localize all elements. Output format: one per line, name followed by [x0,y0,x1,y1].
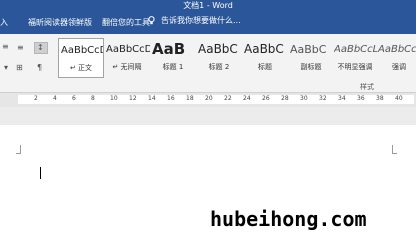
document-page[interactable]: hubeihong.com [0,107,416,243]
style-sample: AaBbC [244,42,284,56]
style-title[interactable]: AaBbC 标题 [242,38,288,78]
show-marks-button[interactable]: ¶ [34,62,48,74]
ruler-number: 4 [53,95,57,102]
sort-icon: ↕ [37,43,44,52]
margin-corner-right [392,145,397,154]
ruler-number: 24 [243,95,251,102]
style-name: 副标题 [300,63,322,71]
ruler-number: 12 [129,95,137,102]
borders-icon: ⊞ [16,63,23,72]
tab-foxit-reader[interactable]: 福昕阅读器领鲜版 [28,17,92,28]
margin-corner-left [16,145,21,154]
ruler-number: 10 [110,95,118,102]
ruler-number: 6 [72,95,76,102]
tab-insert[interactable]: 插入 [0,17,8,28]
page-gap [0,107,416,125]
styles-gallery: AaBbCcDd ↵ 正文 AaBbCcDd ↵ 无间隔 AaB 标题 1 Aa… [54,38,416,80]
ruler-number: 40 [395,95,403,102]
style-heading-2[interactable]: AaBbC 标题 2 [196,38,242,78]
ruler-number: 38 [376,95,384,102]
style-name: 标题 1 [162,63,184,71]
style-name: ↵ 无间隔 [112,63,142,71]
style-subtitle[interactable]: AaBbC 副标题 [288,38,334,78]
ruler-number: 32 [319,95,327,102]
style-normal[interactable]: AaBbCcDd ↵ 正文 [58,38,104,78]
sort-button[interactable]: ↕ [34,42,48,54]
style-name: 不明显强调 [337,63,373,71]
pilcrow-icon: ¶ [37,63,43,72]
tab-double-tools[interactable]: 翻倍您的工具 [102,17,150,28]
style-sample: AaBbCcDd [61,45,103,56]
ruler-number: 26 [262,95,270,102]
ruler-number: 14 [148,95,156,102]
align-center-icon: ≡ [17,43,24,52]
tell-me-text: 告诉我你想要做什么... [161,16,241,25]
align-center-button[interactable]: ≡ [14,42,28,54]
borders-button[interactable]: ⊞ [14,62,28,74]
ruler-number: 8 [91,95,95,102]
style-sample: AaBbCcL [378,44,416,55]
style-sample: AaBbC [290,43,327,56]
ruler-number: 18 [186,95,194,102]
style-name: 标题 2 [208,63,230,71]
style-name: 强调 [392,63,406,71]
style-name: ↵ 正文 [69,64,93,72]
styles-group-label: 样式 [360,83,374,91]
ruler-number: 28 [281,95,289,102]
style-sample: AaB [152,40,186,58]
style-sample: AaBbCcDd [106,44,150,55]
ruler-number: 20 [205,95,213,102]
ruler-number: 34 [338,95,346,102]
style-emphasis[interactable]: AaBbCcL 强调 [376,38,416,78]
style-sample: AaBbCcL [334,44,378,55]
ruler-number: 22 [224,95,232,102]
ruler-number: 16 [167,95,175,102]
ruler-number: 36 [357,95,365,102]
style-sample: AaBbC [198,42,238,56]
ribbon-home: ≡ ≡ ▾ ⊞ ↕ ¶ AaBbCcDd ↵ 正文 AaBbCcDd ↵ 无间隔… [0,34,416,92]
title-bar: 文档1 - Word [0,0,416,12]
lightbulb-icon [148,16,155,25]
style-no-spacing[interactable]: AaBbCcDd ↵ 无间隔 [104,38,150,78]
watermark-text: hubeihong.com [210,207,367,231]
window-title: 文档1 - Word [183,1,233,10]
horizontal-ruler[interactable]: 2 4 6 8 10 12 14 16 18 20 22 24 26 28 30 32 34 36 38 40 [0,92,416,108]
ruler-number: 2 [34,95,38,102]
shading-icon: ▾ [4,63,9,72]
line-spacing-icon[interactable]: ≡ [2,42,9,52]
text-cursor [40,167,41,179]
ruler-text-area [18,95,414,104]
ribbon-tab-bar: 插入 福昕阅读器领鲜版 翻倍您的工具 告诉我你想要做什么... [0,12,416,34]
tell-me-box[interactable]: 告诉我你想要做什么... [148,15,241,26]
style-name: 标题 [258,63,272,71]
style-subtle-emphasis[interactable]: AaBbCcL 不明显强调 [332,38,378,78]
style-heading-1[interactable]: AaB 标题 1 [150,38,196,78]
ruler-number: 30 [300,95,308,102]
